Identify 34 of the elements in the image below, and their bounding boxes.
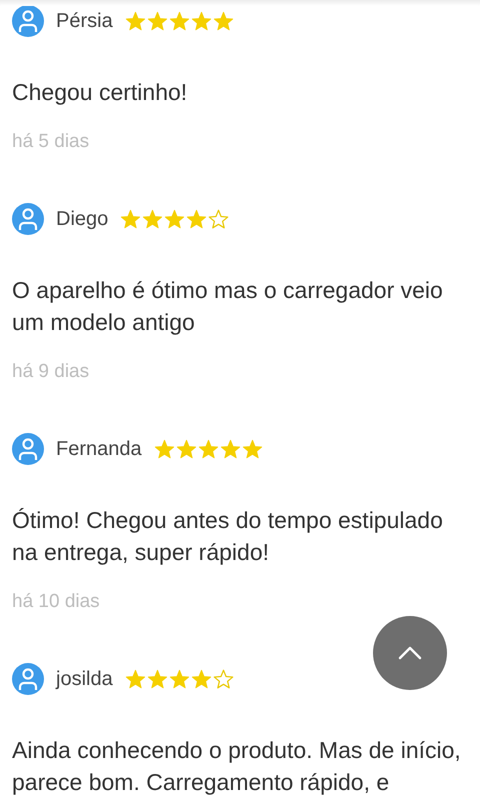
- review-text: Ótimo! Chegou antes do tempo estipulado na entrega, super rápido!: [12, 506, 444, 567]
- star-icon: [124, 668, 146, 690]
- star-icon: [220, 438, 241, 460]
- reviewer-name: Diego: [56, 208, 108, 230]
- reviewer-name: Fernanda: [56, 438, 142, 460]
- star-icon: [190, 668, 212, 690]
- review-text: O aparelho é ótimo mas o carregador veio um modelo antigo: [12, 276, 444, 337]
- avatar-icon: [12, 433, 44, 465]
- review-date: há 10 dias: [12, 590, 101, 614]
- reviewer-name: josilda: [56, 668, 113, 690]
- avatar-icon: [12, 663, 44, 695]
- star-icon: [164, 208, 186, 230]
- star-icon: [168, 668, 190, 690]
- reviewer-name: Pérsia: [56, 10, 113, 32]
- star-icon: [168, 10, 190, 32]
- star-icon: [146, 668, 168, 690]
- star-icon: [212, 10, 234, 32]
- star-icon: [242, 438, 263, 460]
- chevron-up-icon: [398, 646, 422, 660]
- review-text: Chegou certinho!: [12, 78, 188, 107]
- avatar-icon: [12, 203, 44, 235]
- star-icon: [190, 10, 212, 32]
- star-icon: [120, 208, 142, 230]
- review-date: há 9 dias: [12, 360, 90, 384]
- review-text: Ainda conhecendo o produto. Mas de início, parece bom. Carregamento rápido, e: [12, 736, 462, 797]
- star-icon: [146, 10, 168, 32]
- review-date: há 5 dias: [12, 130, 90, 154]
- avatar-icon: [12, 5, 44, 37]
- star-icon: [198, 438, 219, 460]
- star-icon: [154, 438, 175, 460]
- star-icon: [142, 208, 164, 230]
- star-icon: [176, 438, 197, 460]
- star-icon: [186, 208, 208, 230]
- star-icon: [124, 10, 146, 32]
